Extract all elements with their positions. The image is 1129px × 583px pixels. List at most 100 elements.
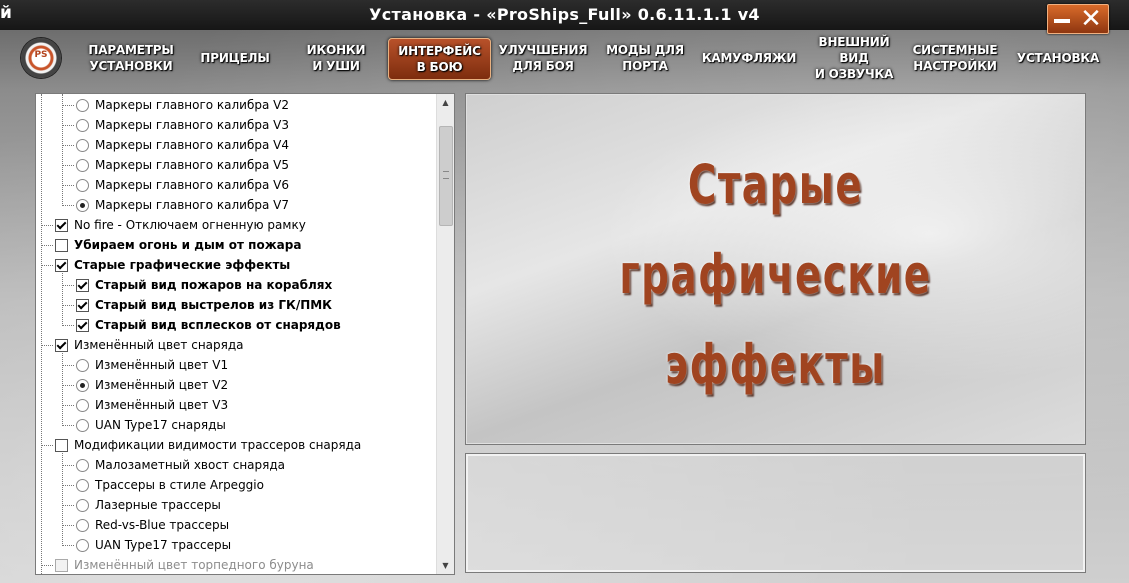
scroll-down-icon[interactable]: ▼ [437,557,454,574]
component-tree: Маркеры главного калибра V2 Маркеры главн… [35,93,455,575]
tree-checkbox-option[interactable]: Изменённый цвет снаряда [55,335,244,355]
tree-connector [62,505,74,506]
tree-checkbox-option[interactable]: Модификации видимости трассеров снаряда [55,435,361,455]
tree-item-label: Модификации видимости трассеров снаряда [74,438,362,452]
tree-checkbox-option[interactable]: Старый вид выстрелов из ГК/ПМК [76,295,332,315]
tree-connector [41,245,53,246]
tree-connector [62,125,74,126]
tree-connector [62,185,74,186]
radio-button[interactable] [76,378,89,392]
tree-radio-option[interactable]: Изменённый цвет V2 [76,375,228,395]
tree-connector [62,145,74,146]
tree-item-label: Изменённый цвет V3 [95,398,229,412]
tree-radio-option[interactable]: Трассеры в стиле Arpeggio [76,475,264,495]
radio-button[interactable] [76,358,89,372]
tree-radio-option[interactable]: Изменённый цвет V3 [76,395,228,415]
preview-image: Старые графические эффекты [465,93,1086,445]
checkbox[interactable] [76,318,89,332]
installer-window: й Установка - «ProShips_Full» 0.6.11.1.1… [0,0,1129,583]
tree-item-label: Изменённый цвет V2 [95,378,229,392]
radio-button[interactable] [76,198,89,212]
radio-button[interactable] [76,98,89,112]
tree-item-label: Маркеры главного калибра V5 [95,158,290,172]
nav-install[interactable]: УСТАНОВКА [1016,38,1100,78]
nav-icons-ears[interactable]: ИКОНКИ И УШИ [300,38,372,78]
proships-logo: PS [21,38,61,78]
radio-button[interactable] [76,418,89,432]
checkbox[interactable] [76,298,89,312]
tree-connector [62,94,63,206]
checkbox[interactable] [55,258,68,272]
tree-radio-option[interactable]: Маркеры главного калибра V4 [76,135,289,155]
tree-checkbox-option[interactable]: Старый вид пожаров на кораблях [76,275,332,295]
radio-button[interactable] [76,538,89,552]
tree-radio-option[interactable]: Лазерные трассеры [76,495,221,515]
tree-checkbox-option[interactable]: No fire - Отключаем огненную рамку [55,215,306,235]
tree-item-label: Маркеры главного калибра V4 [95,138,290,152]
tree-item-label: Маркеры главного калибра V3 [95,118,290,132]
tree-radio-option[interactable]: Маркеры главного калибра V5 [76,155,289,175]
preview-title: Старые графические эффекты [619,153,932,396]
checkbox[interactable] [55,238,68,252]
tree-item-label: Red-vs-Blue трассеры [95,518,230,532]
radio-button[interactable] [76,518,89,532]
nav-install-params[interactable]: ПАРАМЕТРЫ УСТАНОВКИ [83,38,179,78]
description-box [465,453,1086,573]
tree-radio-option[interactable]: UAN Type17 трассеры [76,535,231,555]
minimize-icon[interactable] [1054,12,1072,26]
scroll-thumb[interactable] [439,126,453,226]
tree-radio-option[interactable]: Маркеры главного калибра V2 [76,95,289,115]
radio-button[interactable] [76,158,89,172]
tree-radio-option[interactable]: Малозаметный хвост снаряда [76,455,285,475]
tree-connector [62,405,74,406]
tree-radio-option[interactable]: Изменённый цвет V1 [76,355,228,375]
radio-button[interactable] [76,398,89,412]
radio-button[interactable] [76,138,89,152]
nav-battle-improvements[interactable]: УЛУЧШЕНИЯ ДЛЯ БОЯ [499,38,588,78]
radio-button[interactable] [76,178,89,192]
tree-connector [62,465,74,466]
radio-button[interactable] [76,498,89,512]
tree-radio-option[interactable]: Red-vs-Blue трассеры [76,515,229,535]
tree-checkbox-option[interactable]: Старый вид всплесков от снарядов [76,315,341,335]
tree-connector [62,305,74,306]
tree-item-label: No fire - Отключаем огненную рамку [74,218,306,232]
tree-scrollbar[interactable]: ▲ ▼ [436,94,454,574]
nav-battle-interface[interactable]: ИНТЕРФЕЙС В БОЮ [388,38,491,80]
tree-item-label: Изменённый цвет торпедного буруна [74,558,314,572]
tree-connector [62,105,74,106]
radio-button[interactable] [76,118,89,132]
tree-radio-option[interactable]: Маркеры главного калибра V6 [76,175,289,195]
tree-radio-option[interactable]: UAN Type17 снаряды [76,415,226,435]
tree-radio-option[interactable]: Маркеры главного калибра V3 [76,115,289,135]
nav-camouflages[interactable]: КАМУФЛЯЖИ [702,38,797,78]
tree-connector [62,545,74,546]
tree-connector [62,485,74,486]
scroll-up-icon[interactable]: ▲ [437,94,454,111]
tree-item-label: Убираем огонь и дым от пожара [74,238,302,252]
nav-appearance-sound[interactable]: ВНЕШНИЙ ВИД И ОЗВУЧКА [806,35,902,81]
checkbox[interactable] [55,218,68,232]
tree-radio-option[interactable]: Маркеры главного калибра V7 [76,195,289,215]
tree-item-label: UAN Type17 снаряды [95,418,226,432]
tree-checkbox-option[interactable]: Старые графические эффекты [55,255,290,275]
nav-sights[interactable]: ПРИЦЕЛЫ [194,38,276,78]
window-title: Установка - «ProShips_Full» 0.6.11.1.1 v… [369,5,760,24]
tree-connector [41,94,42,574]
tree-connector [62,325,74,326]
tree-item-label: Малозаметный хвост снаряда [95,458,286,472]
checkbox[interactable] [76,278,89,292]
checkbox[interactable] [55,338,68,352]
radio-button[interactable] [76,458,89,472]
nav-port-mods[interactable]: МОДЫ ДЛЯ ПОРТА [600,38,690,78]
tree-item-label: Изменённый цвет снаряда [74,338,244,352]
nav-system-settings[interactable]: СИСТЕМНЫЕ НАСТРОЙКИ [912,38,998,78]
tree-connector [41,225,53,226]
radio-button[interactable] [76,478,89,492]
tree-checkbox-option[interactable]: Убираем огонь и дым от пожара [55,235,301,255]
tree-connector [62,165,74,166]
tree-item-label: Трассеры в стиле Arpeggio [95,478,264,492]
checkbox[interactable] [55,438,68,452]
close-icon[interactable]: ✕ [1078,6,1104,32]
tree-connector [62,425,74,426]
